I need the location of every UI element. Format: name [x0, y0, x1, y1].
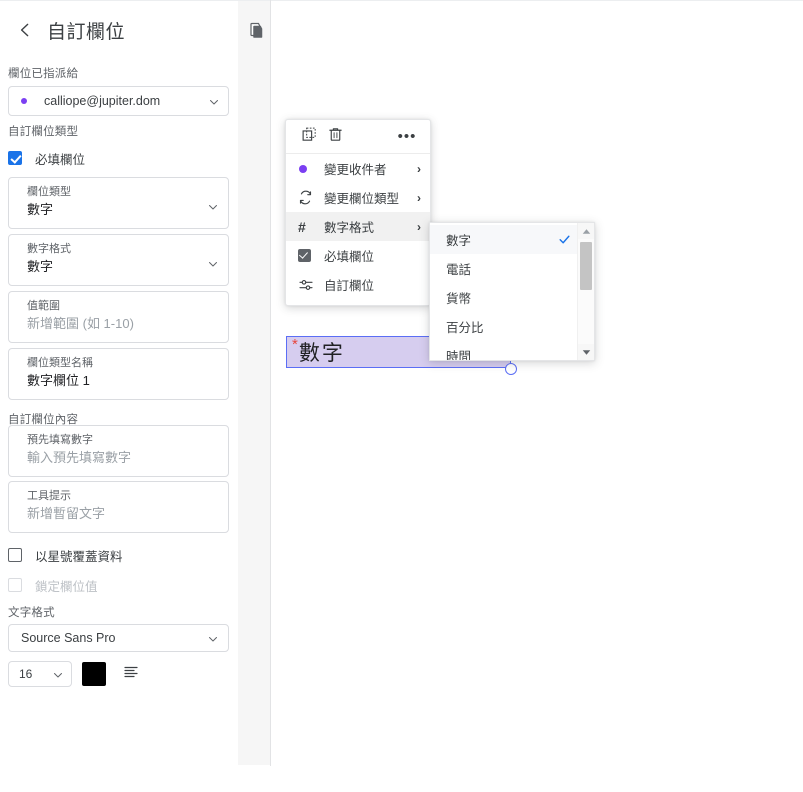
checkbox-unchecked-icon[interactable] — [8, 548, 22, 562]
assigned-to-label: 欄位已指派給 — [8, 68, 79, 80]
submenu-item-percentage[interactable]: 百分比 — [430, 312, 579, 341]
chevron-down-icon — [52, 668, 64, 680]
menu-item-label: 數字格式 — [324, 221, 375, 235]
recipient-dot-icon — [21, 98, 27, 104]
menu-item-label: 必填欄位 — [324, 250, 375, 264]
font-family-value: Source Sans Pro — [21, 631, 116, 645]
field-resize-handle[interactable] — [505, 363, 517, 375]
custom-field-side-panel: 自訂欄位 欄位已指派給 calliope@jupiter.dom 自訂欄位類型 … — [0, 1, 238, 792]
document-gutter — [238, 1, 270, 765]
font-size-select[interactable]: 16 — [8, 661, 72, 687]
menu-item-change-field-type[interactable]: 變更欄位類型 › — [286, 183, 430, 212]
prefill-number-label: 預先填寫數字 — [27, 434, 93, 446]
tooltip-label: 工具提示 — [27, 490, 71, 502]
font-size-value: 16 — [19, 667, 33, 681]
value-range-input[interactable]: 值範圍 新增範圍 (如 1-10) — [8, 291, 229, 343]
scroll-up-arrow-icon[interactable] — [578, 223, 594, 239]
lock-field-value-label: 鎖定欄位值 — [35, 579, 98, 594]
hash-icon: # — [298, 218, 306, 235]
field-widget-text: 數字 — [298, 342, 345, 365]
field-type-label: 欄位類型 — [27, 186, 71, 198]
mask-data-label: 以星號覆蓋資料 — [35, 549, 123, 564]
submenu-list: 數字 電話 貨幣 百分比 時間 — [430, 225, 579, 361]
field-type-name-input[interactable]: 欄位類型名稱 數字欄位 1 — [8, 348, 229, 400]
number-format-submenu: 數字 電話 貨幣 百分比 時間 — [429, 222, 595, 361]
menu-item-required-field[interactable]: 必填欄位 — [286, 241, 430, 270]
menu-item-label: 變更收件者 — [324, 163, 387, 177]
checkbox-checked-icon[interactable] — [8, 151, 22, 165]
submenu-item-label: 數字 — [446, 234, 472, 248]
text-format-label: 文字格式 — [8, 607, 55, 619]
more-options-button[interactable]: ••• — [394, 125, 420, 149]
text-align-button[interactable] — [120, 663, 142, 685]
submenu-item-label: 百分比 — [446, 321, 484, 335]
field-type-value: 數字 — [27, 202, 54, 217]
tooltip-placeholder: 新增暫留文字 — [27, 506, 106, 521]
field-type-name-value: 數字欄位 1 — [27, 373, 90, 388]
chevron-down-icon — [207, 200, 219, 212]
chevron-down-icon — [207, 632, 219, 644]
value-range-label: 值範圍 — [27, 300, 60, 312]
chevron-right-icon: › — [417, 219, 421, 234]
lock-field-value-checkbox-row: 鎖定欄位值 — [8, 576, 98, 594]
menu-item-label: 變更欄位類型 — [324, 192, 400, 206]
number-format-label: 數字格式 — [27, 243, 71, 255]
chevron-right-icon: › — [417, 161, 421, 176]
submenu-item-phone[interactable]: 電話 — [430, 254, 579, 283]
submenu-item-label: 貨幣 — [446, 292, 472, 306]
font-family-select[interactable]: Source Sans Pro — [8, 624, 229, 652]
required-field-label: 必填欄位 — [35, 152, 86, 167]
custom-field-type-label: 自訂欄位類型 — [8, 126, 79, 138]
field-type-name-label: 欄位類型名稱 — [27, 357, 93, 369]
required-marker: * — [292, 336, 298, 353]
submenu-scrollbar[interactable] — [577, 223, 594, 360]
font-color-swatch[interactable] — [82, 662, 106, 686]
submenu-item-label: 電話 — [446, 263, 472, 277]
chevron-down-icon — [208, 95, 220, 107]
submenu-item-number[interactable]: 數字 — [430, 225, 579, 254]
duplicate-icon — [301, 126, 318, 148]
recipient-dot-icon — [298, 164, 316, 173]
sliders-icon — [298, 277, 316, 293]
tooltip-input[interactable]: 工具提示 新增暫留文字 — [8, 481, 229, 533]
page-title: 自訂欄位 — [47, 21, 126, 43]
scrollbar-thumb[interactable] — [580, 242, 592, 290]
duplicate-pages-icon[interactable] — [248, 22, 266, 40]
duplicate-button[interactable] — [296, 125, 322, 149]
submenu-item-label: 時間 — [446, 350, 472, 361]
assignee-select[interactable]: calliope@jupiter.dom — [8, 86, 229, 116]
prefill-number-placeholder: 輸入預先填寫數字 — [27, 450, 132, 465]
mask-data-checkbox-row[interactable]: 以星號覆蓋資料 — [8, 546, 123, 564]
checkbox-checked-icon — [298, 249, 316, 262]
check-icon — [558, 233, 571, 246]
value-range-placeholder: 新增範圍 (如 1-10) — [27, 316, 134, 331]
menu-item-change-recipient[interactable]: 變更收件者 › — [286, 154, 430, 183]
align-left-icon — [122, 663, 140, 686]
context-menu-toolbar: ••• — [286, 120, 430, 154]
menu-item-label: 自訂欄位 — [324, 279, 375, 293]
field-type-select[interactable]: 欄位類型 數字 — [8, 177, 229, 229]
panel-header: 自訂欄位 — [0, 9, 238, 51]
trash-icon — [327, 126, 344, 148]
field-context-menu: ••• 變更收件者 › 變更欄位類型 › # 數字格式 › 必填欄位 自訂欄位 — [285, 119, 431, 306]
menu-item-custom-field[interactable]: 自訂欄位 — [286, 270, 430, 299]
chevron-left-icon — [16, 21, 34, 39]
back-button[interactable] — [8, 13, 42, 47]
checkbox-unchecked-disabled-icon — [8, 578, 22, 592]
prefill-number-input[interactable]: 預先填寫數字 輸入預先填寫數字 — [8, 425, 229, 477]
number-format-value: 數字 — [27, 259, 54, 274]
chevron-down-icon — [207, 257, 219, 269]
refresh-icon — [298, 190, 316, 205]
menu-item-number-format[interactable]: # 數字格式 › — [286, 212, 430, 241]
scroll-down-arrow-icon[interactable] — [578, 344, 594, 360]
required-field-checkbox-row[interactable]: 必填欄位 — [8, 149, 85, 167]
number-format-select[interactable]: 數字格式 數字 — [8, 234, 229, 286]
assignee-value: calliope@jupiter.dom — [44, 94, 161, 108]
submenu-item-currency[interactable]: 貨幣 — [430, 283, 579, 312]
delete-button[interactable] — [322, 125, 348, 149]
submenu-item-time[interactable]: 時間 — [430, 341, 579, 361]
chevron-right-icon: › — [417, 190, 421, 205]
